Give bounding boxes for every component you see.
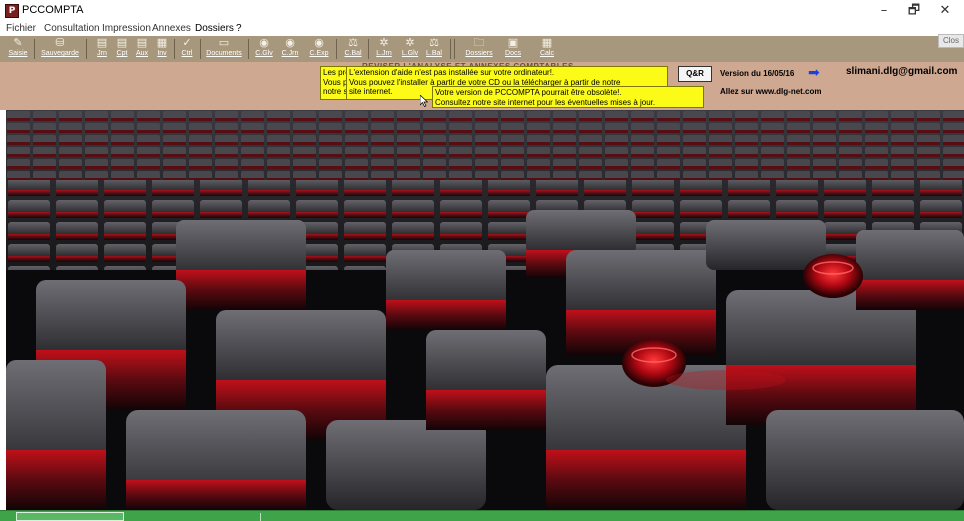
- folder-icon: 🗀: [473, 36, 485, 49]
- toolbar-separator: [86, 39, 87, 59]
- cubes-image: [6, 110, 964, 510]
- journal-list-icon: ✲: [379, 36, 389, 49]
- toolbar-separator: [368, 39, 369, 59]
- toolbar-cexp-button[interactable]: ◉ C.Exp: [306, 37, 332, 61]
- toolbar-ljrn-button[interactable]: ✲ L.Jrn: [372, 37, 396, 61]
- journal-icon: ▤: [96, 36, 108, 49]
- control-icon: ✓: [182, 36, 192, 49]
- toolbar-sauvegarde-button[interactable]: ⛁ Sauvegarde: [36, 37, 84, 61]
- toolbar-saisie-button[interactable]: ✎ Saisie: [4, 37, 32, 61]
- toolbar-cpt-button[interactable]: ▤ Cpt: [112, 37, 132, 61]
- website-link[interactable]: Allez sur www.dlg-net.com: [720, 87, 822, 96]
- app-logo-icon: P: [5, 4, 19, 18]
- window-title: PCCOMPTA: [22, 4, 84, 16]
- toolbar-separator: [336, 39, 337, 59]
- toolbar-cbal-button[interactable]: ⚖ C.Bal: [340, 37, 366, 61]
- toolbar-cjrn-button[interactable]: ◉ C.Jrn: [278, 37, 302, 61]
- toolbar-separator: [174, 39, 175, 59]
- toolbar-separator: [454, 39, 455, 59]
- balance-icon: ⚖: [348, 36, 358, 49]
- toolbar-separator: [450, 39, 451, 59]
- toolbar-separator: [200, 39, 201, 59]
- inventory-icon: ▦: [156, 36, 168, 49]
- toolbar-dossiers-button[interactable]: 🗀 Dossiers: [460, 37, 498, 61]
- status-bar: [0, 510, 964, 521]
- toolbar-calc-button[interactable]: ▦ Calc: [534, 37, 560, 61]
- docs-icon: ▣: [507, 36, 519, 49]
- toolbar-inv-button[interactable]: ▦ Inv: [152, 37, 172, 61]
- toolbar: ✎ Saisie ⛁ Sauvegarde ▤ Jrn ▤ Cpt ▤ Aux ▦ Inv …: [0, 36, 964, 62]
- title-bar: P PCCOMPTA – 🗗 ✕: [0, 0, 964, 22]
- auxiliary-icon: ▤: [136, 36, 148, 49]
- export-icon: ◉: [314, 36, 324, 49]
- maximize-button[interactable]: 🗗: [899, 0, 929, 22]
- save-icon: ⛁: [55, 36, 65, 49]
- ledger-list-icon: ✲: [405, 36, 415, 49]
- menu-help[interactable]: ?: [236, 23, 242, 34]
- accounts-icon: ▤: [116, 36, 128, 49]
- documents-icon: ▭: [218, 36, 230, 49]
- mouse-cursor-icon: [420, 95, 428, 107]
- contact-email[interactable]: slimani.dlg@gmail.com: [846, 66, 957, 77]
- toolbar-separator: [34, 39, 35, 59]
- toolbar-ctrl-button[interactable]: ✓ Ctrl: [176, 37, 198, 61]
- toolbar-lbal-button[interactable]: ⚖ L.Bal: [422, 37, 446, 61]
- edit-icon: ✎: [13, 36, 23, 49]
- menu-impression[interactable]: Impression: [102, 23, 151, 34]
- background-wallpaper: [6, 110, 964, 510]
- toolbar-jrn-button[interactable]: ▤ Jrn: [92, 37, 112, 61]
- toolbar-documents-button[interactable]: ▭ Documents: [202, 37, 246, 61]
- toolbar-cglv-button[interactable]: ◉ C.Glv: [252, 37, 276, 61]
- minimize-button[interactable]: –: [869, 0, 899, 22]
- menu-annexes[interactable]: Annexes: [152, 23, 191, 34]
- toolbar-aux-button[interactable]: ▤ Aux: [132, 37, 152, 61]
- qa-button[interactable]: Q&R: [678, 66, 712, 82]
- toolbar-docs-button[interactable]: ▣ Docs: [500, 37, 526, 61]
- menu-bar: Fichier Consultation Impression Annexes …: [0, 22, 964, 36]
- balance-list-icon: ⚖: [429, 36, 439, 49]
- close-panel-button[interactable]: Clos: [938, 34, 964, 48]
- close-button[interactable]: ✕: [930, 0, 960, 22]
- menu-dossiers[interactable]: Dossiers: [195, 23, 234, 34]
- menu-fichier[interactable]: Fichier: [6, 23, 36, 34]
- calculator-icon: ▦: [541, 36, 553, 49]
- tooltip-version: Votre version de PCCOMPTA pourrait être …: [432, 86, 704, 108]
- menu-consultation[interactable]: Consultation: [44, 23, 100, 34]
- status-cell: [16, 512, 124, 521]
- ledger-icon: ◉: [259, 36, 269, 49]
- arrow-right-icon: ➡: [808, 65, 820, 81]
- toolbar-lglv-button[interactable]: ✲ L.Glv: [398, 37, 422, 61]
- journal-closing-icon: ◉: [285, 36, 295, 49]
- toolbar-separator: [248, 39, 249, 59]
- info-panel: REVISER L'ANALYSE ET ANNEXES COMPTABLES …: [0, 62, 964, 110]
- status-separator: [260, 513, 261, 521]
- version-label: Version du 16/05/16: [720, 69, 795, 78]
